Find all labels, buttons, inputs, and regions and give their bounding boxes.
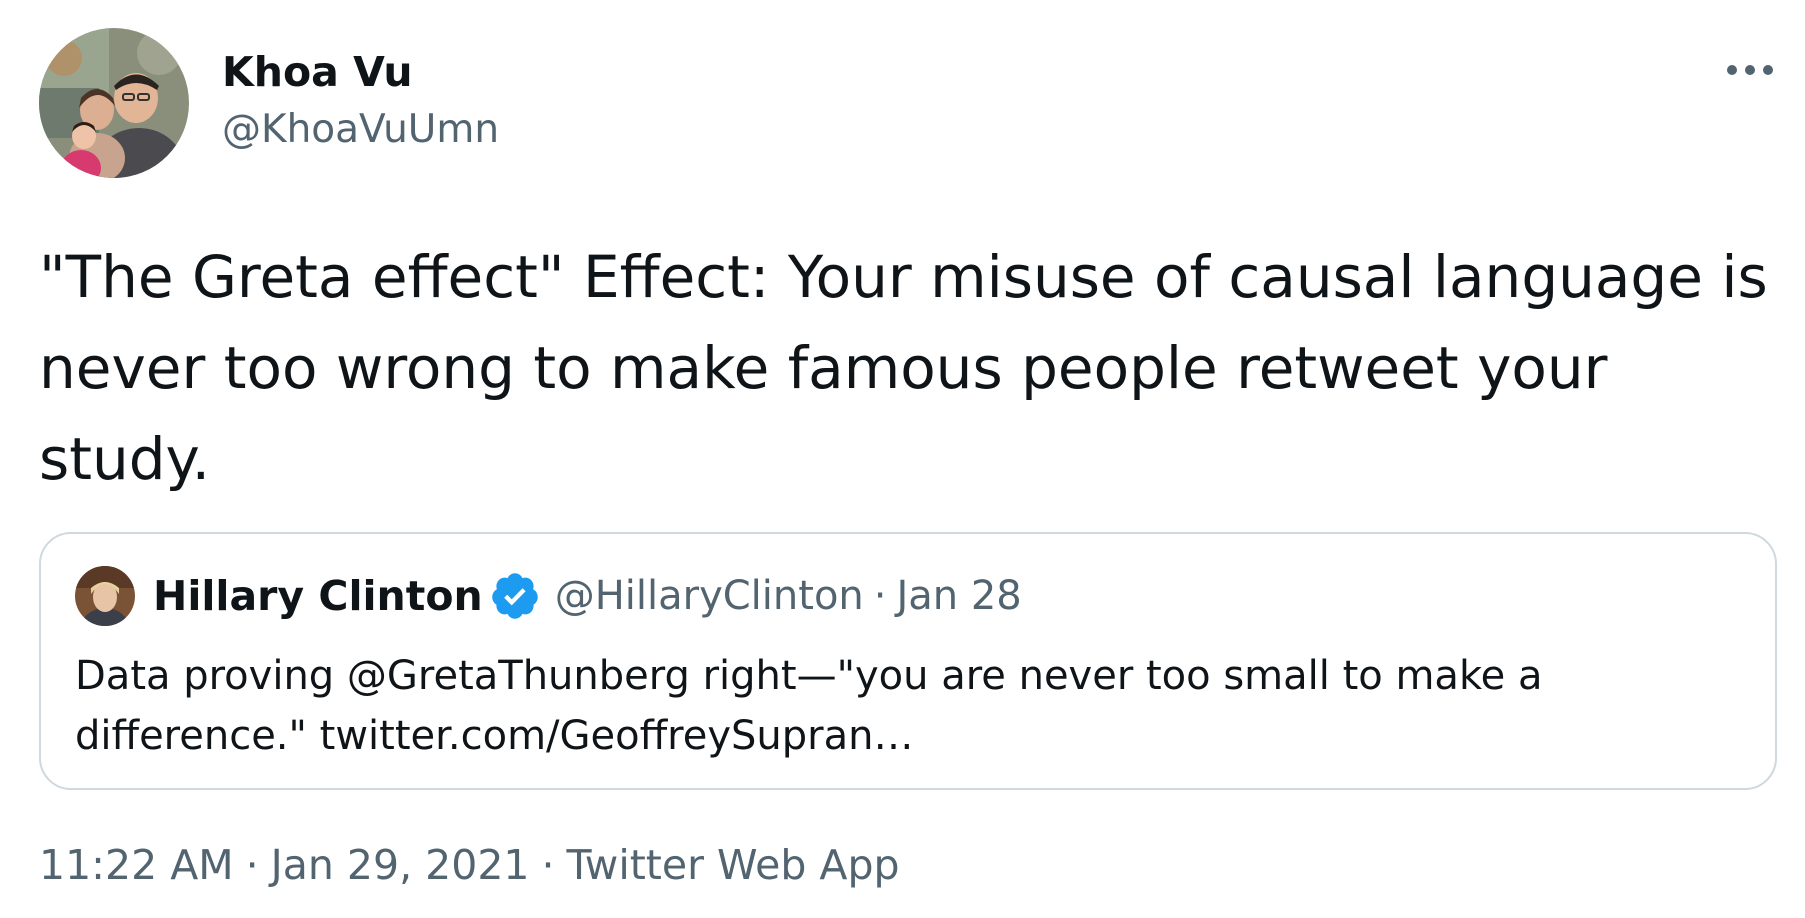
separator-dot: ·: [873, 573, 887, 619]
more-options-button[interactable]: [1722, 50, 1778, 90]
author-avatar[interactable]: [39, 28, 189, 178]
separator-dot: ·: [245, 841, 259, 889]
quoted-tweet[interactable]: Hillary Clinton @HillaryClinton · Jan 28…: [39, 532, 1777, 790]
author-name[interactable]: Khoa Vu: [222, 48, 413, 96]
tweet-text: "The Greta effect" Effect: Your misuse o…: [39, 243, 1768, 493]
quoted-tweet-header: Hillary Clinton @HillaryClinton · Jan 28: [153, 570, 1022, 622]
tweet-card: Khoa Vu @KhoaVuUmn "The Greta effect" Ef…: [0, 0, 1805, 918]
quoted-author-avatar[interactable]: [75, 566, 135, 626]
quoted-author-name[interactable]: Hillary Clinton: [153, 572, 483, 620]
verified-badge-icon: [489, 570, 541, 622]
quoted-author-handle[interactable]: @HillaryClinton: [555, 573, 864, 619]
tweet-meta: 11:22 AM · Jan 29, 2021 · Twitter Web App: [39, 840, 900, 890]
separator-dot: ·: [541, 841, 555, 889]
tweet-time[interactable]: 11:22 AM: [39, 841, 234, 889]
tweet-date[interactable]: Jan 29, 2021: [271, 841, 530, 889]
quoted-tweet-text: Data proving @GretaThunberg right—"you a…: [75, 653, 1543, 759]
portrait-avatar-icon: [75, 566, 135, 626]
author-handle[interactable]: @KhoaVuUmn: [222, 106, 499, 154]
family-photo-avatar-icon: [39, 28, 189, 178]
more-horizontal-icon: [1727, 65, 1773, 75]
tweet-source-link[interactable]: Twitter Web App: [567, 841, 900, 889]
quoted-tweet-date[interactable]: Jan 28: [896, 573, 1021, 619]
